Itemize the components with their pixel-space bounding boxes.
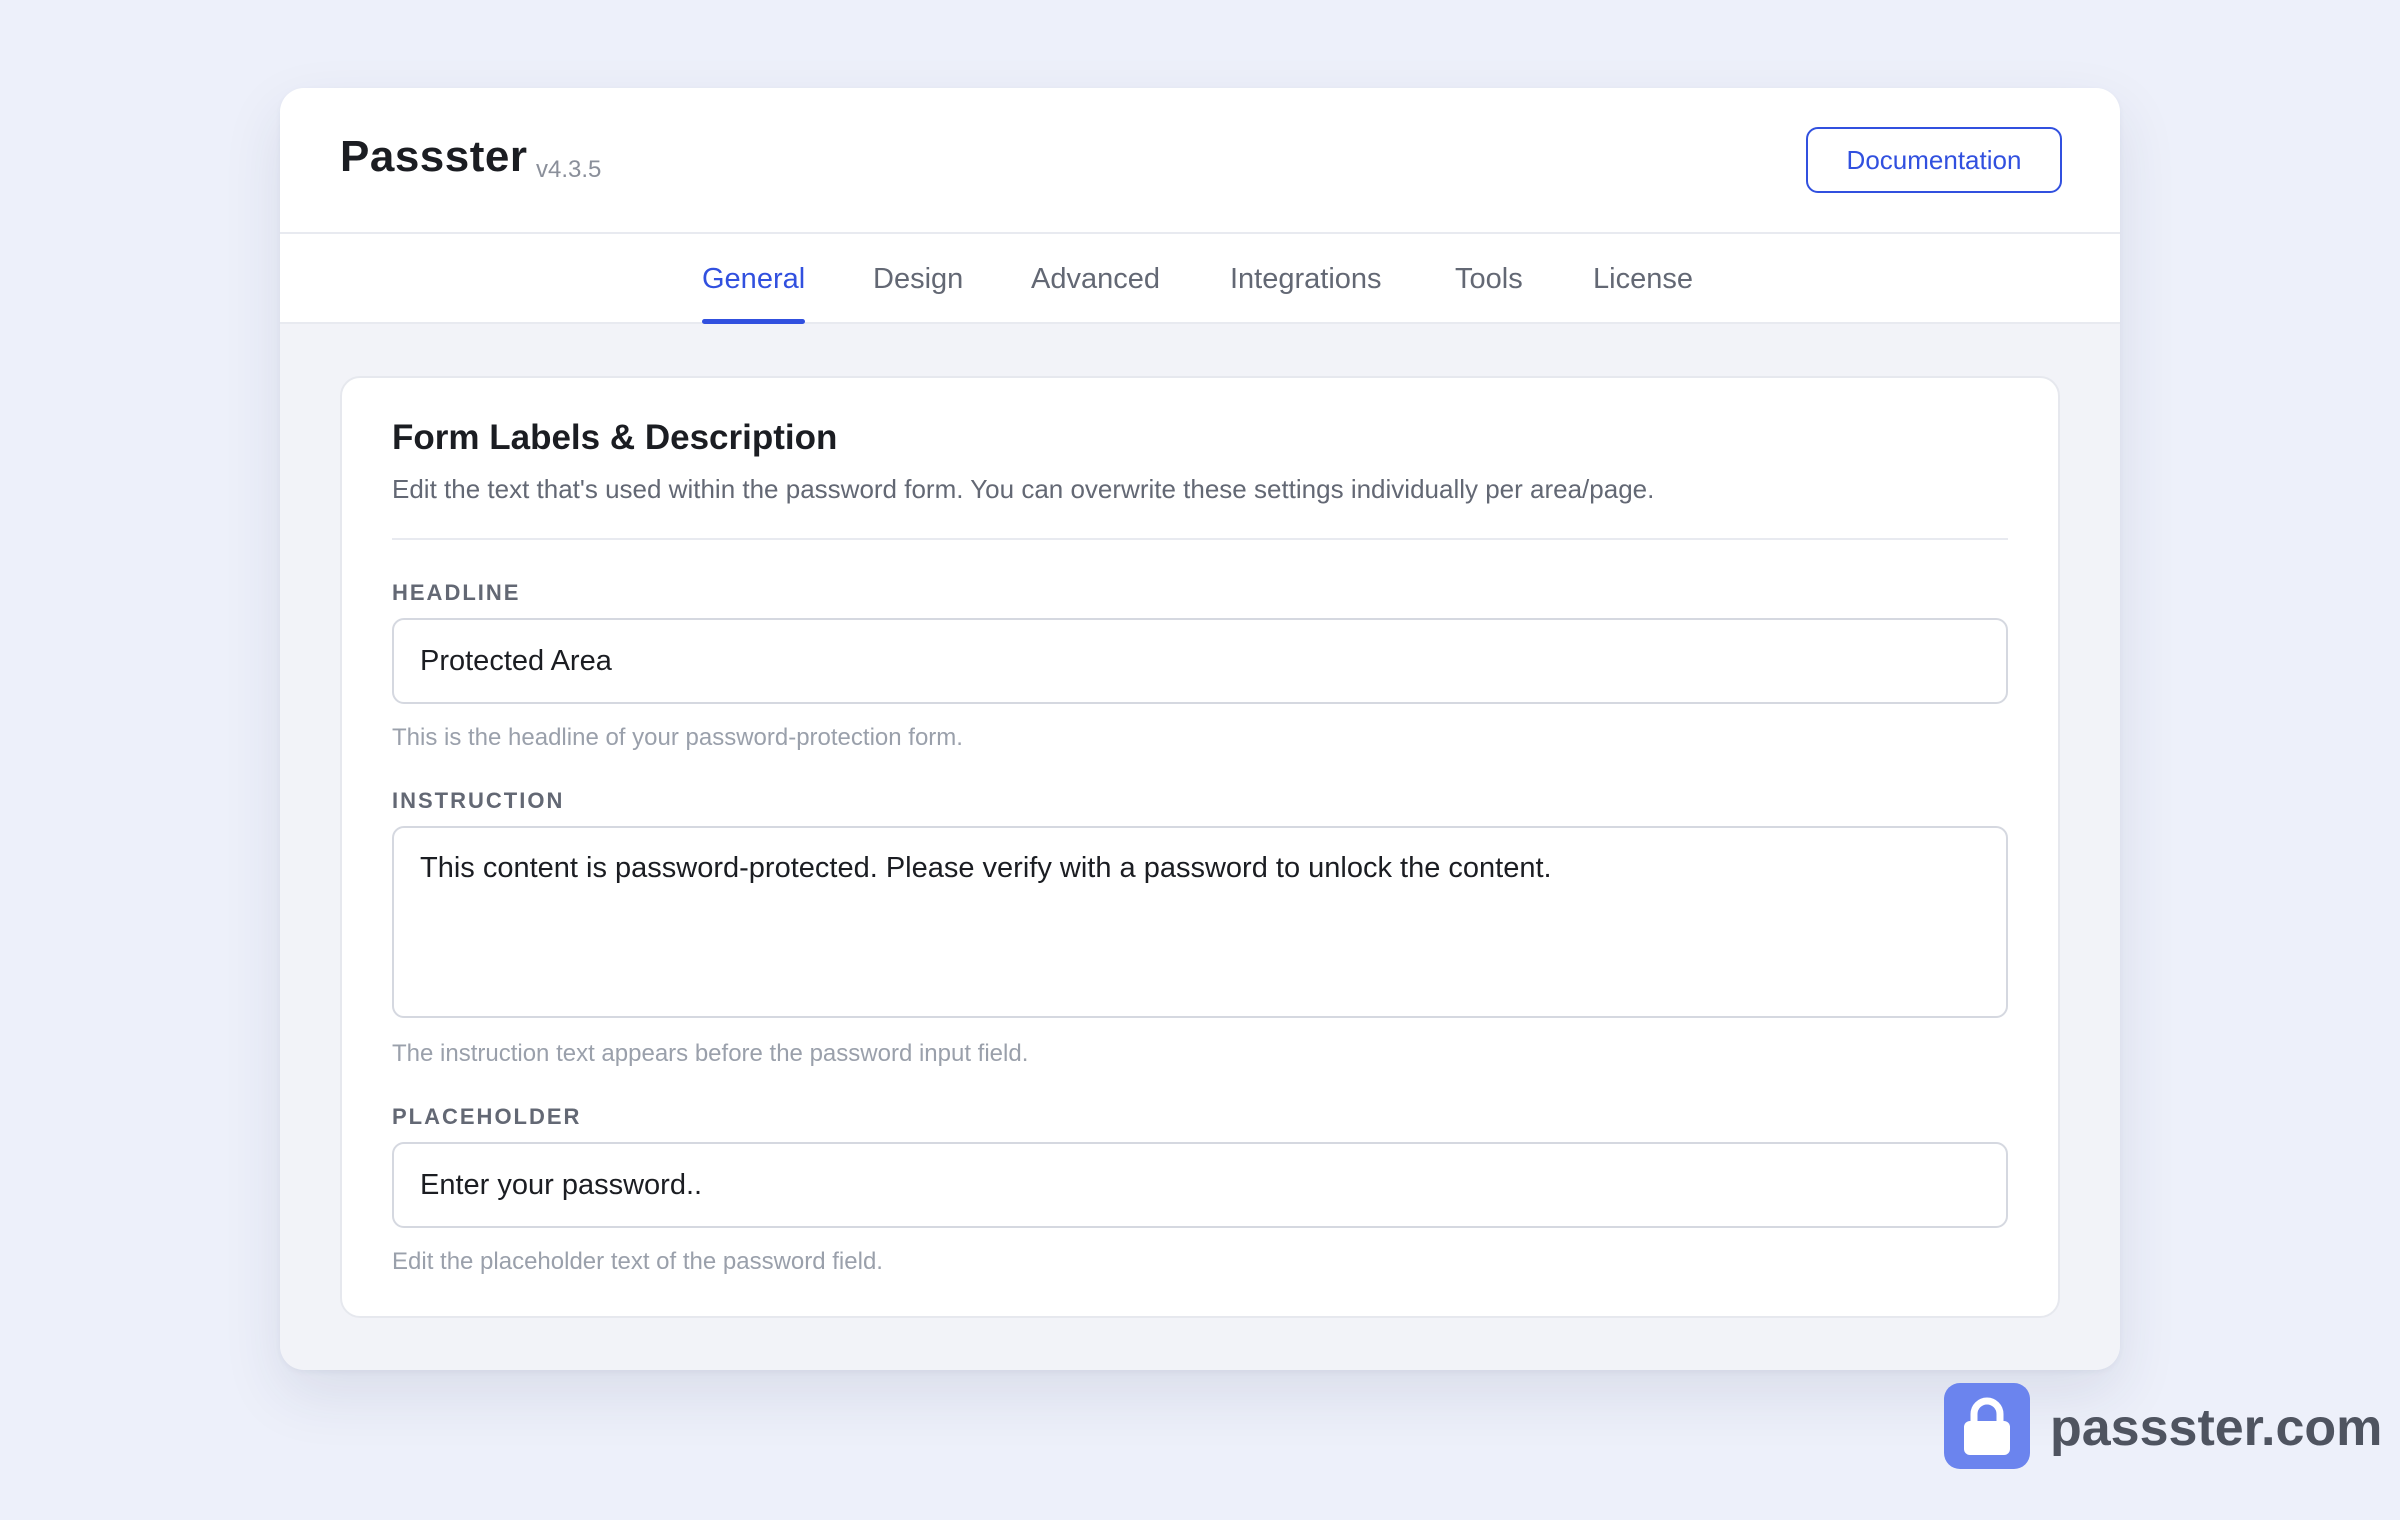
section-divider — [392, 538, 2008, 540]
app-header: Passster v4.3.5 Documentation — [280, 88, 2120, 234]
settings-window: Passster v4.3.5 Documentation General De… — [280, 88, 2120, 1370]
placeholder-input[interactable] — [392, 1142, 2008, 1228]
section-title: Form Labels & Description — [392, 418, 838, 457]
documentation-button[interactable]: Documentation — [1806, 127, 2062, 193]
tab-advanced[interactable]: Advanced — [1031, 234, 1160, 324]
instruction-help: The instruction text appears before the … — [392, 1040, 1029, 1067]
brand-badge — [1944, 1383, 2030, 1469]
instruction-label: INSTRUCTION — [392, 788, 565, 813]
placeholder-label: PLACEHOLDER — [392, 1104, 582, 1129]
instruction-textarea[interactable]: This content is password-protected. Plea… — [392, 826, 2008, 1018]
app-title: Passster — [340, 132, 528, 181]
app-version: v4.3.5 — [536, 156, 602, 183]
headline-input[interactable] — [392, 618, 2008, 704]
tab-integrations[interactable]: Integrations — [1230, 234, 1382, 324]
lock-icon — [1964, 1397, 2010, 1455]
headline-label: HEADLINE — [392, 580, 521, 605]
headline-help: This is the headline of your password-pr… — [392, 724, 963, 751]
tab-bar: General Design Advanced Integrations Too… — [280, 234, 2120, 324]
tab-license[interactable]: License — [1593, 234, 1693, 324]
tab-tools[interactable]: Tools — [1455, 234, 1523, 324]
placeholder-help: Edit the placeholder text of the passwor… — [392, 1248, 883, 1275]
tab-general[interactable]: General — [702, 234, 806, 324]
section-description: Edit the text that's used within the pas… — [392, 474, 1655, 504]
tab-design[interactable]: Design — [873, 234, 963, 324]
brand-domain: passster.com — [2050, 1399, 2383, 1457]
form-labels-card: Form Labels & Description Edit the text … — [340, 376, 2060, 1318]
